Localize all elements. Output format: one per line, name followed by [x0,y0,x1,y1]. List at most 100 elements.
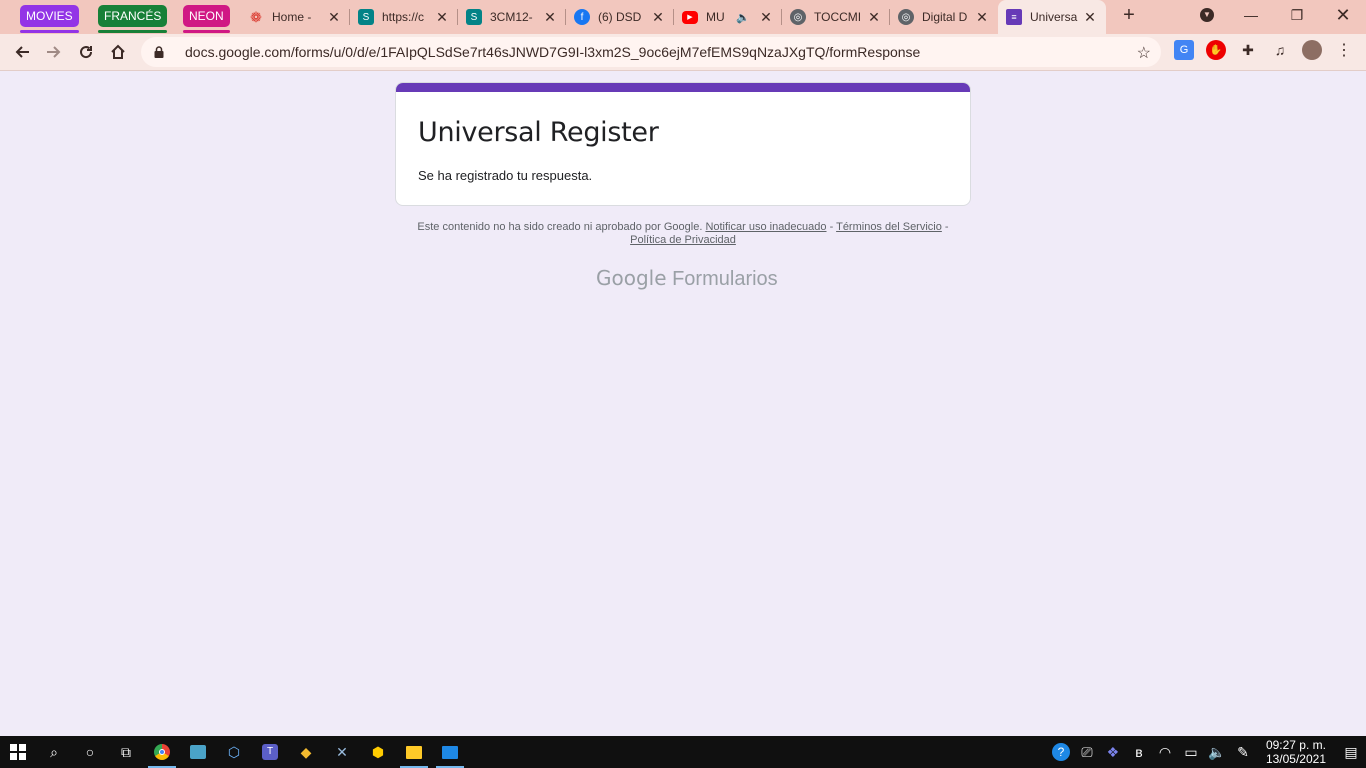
new-tab-button[interactable]: + [1115,4,1143,27]
battery-icon[interactable]: ▭ [1178,736,1204,768]
meet-now-icon[interactable]: ⎚ [1074,736,1100,768]
tab-google-forms-active[interactable]: ≡ Universa ✕ [998,0,1106,34]
app-icon[interactable] [180,736,216,768]
speaker-icon[interactable]: 🔈 [736,11,750,24]
extensions-puzzle-icon[interactable]: ✚ [1238,40,1258,60]
maple-leaf-icon: ❁ [250,8,262,25]
chrome-taskbar-icon[interactable] [144,736,180,768]
globe-icon: ◎ [790,9,806,25]
windows-start-icon[interactable] [0,736,36,768]
bluetooth-icon[interactable]: ʙ [1126,736,1152,768]
close-icon[interactable]: ✕ [434,9,450,26]
app-cube-icon[interactable]: ⬢ [360,736,396,768]
google-translate-icon[interactable]: G [1174,40,1194,60]
help-icon[interactable]: ? [1048,736,1074,768]
restore-button[interactable]: ❐ [1274,0,1320,30]
tab-title: Digital D [922,10,968,24]
reload-icon [80,46,93,59]
tab-title: (6) DSD [598,10,642,24]
windows-taskbar: ⌕ ○ ⧉ ⬡ T ◆ ✕ ⬢ ? ⎚ ❖ ʙ ◠ ▭ 🔈 ✎ 09:27 p.… [0,736,1366,768]
tab-digital[interactable]: ◎ Digital D ✕ [890,0,998,34]
google-forms-logo[interactable]: Google Formularios [596,266,778,291]
close-icon[interactable]: ✕ [866,9,882,26]
tab-sharepoint-2[interactable]: S 3CM12- ✕ [458,0,566,34]
clock-date: 13/05/2021 [1265,752,1326,766]
arrow-left-icon [15,46,29,58]
form-accent-bar [396,83,970,92]
pen-icon[interactable]: ✎ [1230,736,1256,768]
cortana-icon[interactable]: ○ [72,736,108,768]
disclaimer-text: Este contenido no ha sido creado ni apro… [417,221,703,233]
tab-search-button[interactable]: ▼ [1184,0,1230,30]
globe-icon: ◎ [898,9,914,25]
notification-center-icon[interactable]: ▤ [1336,736,1366,768]
search-icon[interactable]: ⌕ [36,736,72,768]
photos-icon[interactable] [432,736,468,768]
tab-strip: MOVIES FRANCÉS NEON ❁ Home - ✕ S https:/… [0,0,1366,34]
task-view-icon[interactable]: ⧉ [108,736,144,768]
separator: - [941,221,949,233]
system-tray: ? ⎚ ❖ ʙ ◠ ▭ 🔈 ✎ 09:27 p. m. 13/05/2021 ▤ [1048,736,1366,768]
report-abuse-link[interactable]: Notificar uso inadecuado [705,221,826,233]
youtube-icon: ▶ [682,10,698,24]
adblock-icon[interactable]: ✋ [1206,40,1226,60]
teams-icon[interactable]: T [252,736,288,768]
back-button[interactable] [6,36,38,68]
volume-icon[interactable]: 🔈 [1204,736,1230,768]
profile-avatar[interactable] [1302,40,1322,60]
reload-button[interactable] [70,36,102,68]
terms-link[interactable]: Términos del Servicio [836,221,942,233]
lock-icon [154,46,164,58]
tab-home[interactable]: ❁ Home - ✕ [240,0,350,34]
tab-group-label: FRANCÉS [104,9,162,23]
brand-product: Formularios [672,268,778,290]
tab-sharepoint-1[interactable]: S https://c ✕ [350,0,458,34]
separator: - [826,221,837,233]
url-text: docs.google.com/forms/u/0/d/e/1FAIpQLSdS… [185,44,921,60]
close-icon[interactable]: ✕ [974,9,990,26]
virtualbox-icon[interactable]: ⬡ [216,736,252,768]
close-icon[interactable]: ✕ [326,9,342,26]
tab-title: Universa [1030,10,1078,24]
tab-title: Home - [272,10,312,24]
bookmark-star-icon[interactable]: ☆ [1137,43,1151,63]
home-button[interactable] [102,36,134,68]
media-control-icon[interactable]: ♫ [1270,40,1290,60]
arrow-right-icon [47,46,61,58]
google-forms-icon: ≡ [1006,9,1022,25]
network-tool-icon[interactable]: ✕ [324,736,360,768]
home-icon [111,44,125,59]
form-footer-note: Este contenido no ha sido creado ni apro… [395,221,971,247]
taskbar-clock[interactable]: 09:27 p. m. 13/05/2021 [1266,738,1326,766]
privacy-link[interactable]: Política de Privacidad [630,234,736,246]
teams-tray-icon[interactable]: ❖ [1100,736,1126,768]
wifi-icon[interactable]: ◠ [1152,736,1178,768]
tab-youtube[interactable]: ▶ MU 🔈 ✕ [674,0,782,34]
tab-group-label: MOVIES [26,9,73,23]
tab-toccmi[interactable]: ◎ TOCCMI ✕ [782,0,890,34]
browser-toolbar: docs.google.com/forms/u/0/d/e/1FAIpQLSdS… [0,34,1366,71]
close-icon[interactable]: ✕ [1082,9,1098,26]
tab-title: https://c [382,10,425,24]
tab-facebook[interactable]: f (6) DSD ✕ [566,0,674,34]
tab-title: 3CM12- [490,10,533,24]
close-icon[interactable]: ✕ [542,9,558,26]
close-icon[interactable]: ✕ [650,9,666,26]
tab-title: MU [706,10,725,24]
tab-group-neon[interactable]: NEON [183,5,230,33]
clock-time: 09:27 p. m. [1265,738,1326,752]
close-icon[interactable]: ✕ [758,9,774,26]
file-explorer-icon[interactable] [396,736,432,768]
forward-button[interactable] [38,36,70,68]
sharepoint-icon: S [466,9,482,25]
form-response-card: Universal Register Se ha registrado tu r… [395,82,971,206]
address-bar[interactable]: docs.google.com/forms/u/0/d/e/1FAIpQLSdS… [141,37,1161,67]
tab-group-frances[interactable]: FRANCÉS [98,5,168,33]
close-window-button[interactable]: ✕ [1320,0,1366,30]
tab-title: TOCCMI [814,10,862,24]
minimize-button[interactable]: — [1228,0,1274,30]
tab-group-movies[interactable]: MOVIES [20,5,79,33]
kebab-menu-icon[interactable]: ⋮ [1334,40,1354,60]
chevron-down-icon: ▼ [1200,8,1214,22]
binance-icon[interactable]: ◆ [288,736,324,768]
